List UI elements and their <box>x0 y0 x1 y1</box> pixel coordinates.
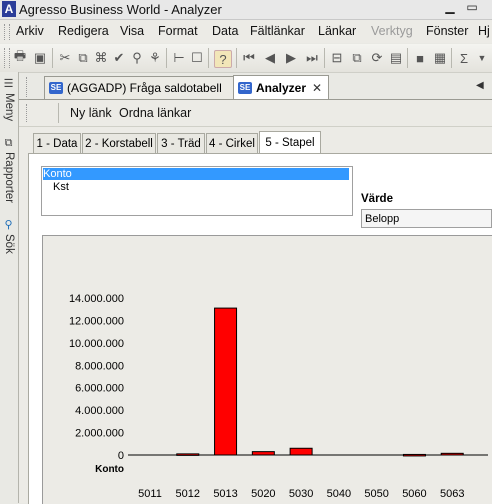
close-icon[interactable]: ✕ <box>312 81 322 95</box>
menu-data[interactable]: Data <box>212 24 238 38</box>
bar <box>440 452 464 456</box>
next-record-icon[interactable]: ▶ <box>283 50 299 66</box>
cut-icon[interactable]: ✂ <box>57 50 73 66</box>
x-tick-label: 5060 <box>402 488 426 500</box>
y-tick-label: 10.000.000 <box>69 338 124 350</box>
tab-cirkel[interactable]: 4 - Cirkel <box>206 133 258 153</box>
y-tick-label: 4.000.000 <box>75 405 124 417</box>
x-tick-label: 5030 <box>289 488 313 500</box>
x-tick-label: 5040 <box>327 488 351 500</box>
x-axis-label: Konto <box>95 464 124 475</box>
app-icon: A <box>2 1 16 17</box>
x-tick-label: 5063 <box>440 488 464 500</box>
menu-faltlankar[interactable]: Fältlänkar <box>250 24 305 38</box>
save-icon[interactable]: ▣ <box>32 50 48 66</box>
tree-icon[interactable]: ⚘ <box>147 50 163 66</box>
menu-redigera[interactable]: Redigera <box>58 24 109 38</box>
search-icon[interactable]: ⚲ <box>129 50 145 66</box>
menu-fonster[interactable]: Fönster <box>426 24 468 38</box>
refresh-icon[interactable]: ⟳ <box>369 50 385 66</box>
tab-korstabell[interactable]: 2 - Korstabell <box>82 133 156 153</box>
minimize-icon[interactable]: ▁ <box>442 0 458 14</box>
toolbar-separator <box>407 48 408 68</box>
tab-data[interactable]: 1 - Data <box>33 133 81 153</box>
toolbar-grip-icon <box>4 48 10 68</box>
tab-scroll-left-icon[interactable]: ◀ <box>476 80 484 91</box>
sum-icon[interactable]: Σ <box>456 50 472 66</box>
filter-icon[interactable]: ⊟ <box>329 50 345 66</box>
y-tick-label: 12.000.000 <box>69 315 124 327</box>
tab-grip-icon <box>26 77 29 97</box>
binoculars-icon[interactable]: ⌘ <box>93 50 109 66</box>
menu-hjalp[interactable]: Hj <box>478 24 490 38</box>
value-label: Värde <box>361 193 393 205</box>
toolbar-separator <box>208 48 209 68</box>
help-icon[interactable]: ? <box>214 50 232 68</box>
menu-format[interactable]: Format <box>158 24 198 38</box>
frame-icon[interactable]: ☐ <box>189 50 205 66</box>
linkbar-grip-icon <box>26 104 29 122</box>
se-icon: SE <box>49 82 63 94</box>
menu-lankar[interactable]: Länkar <box>318 24 356 38</box>
previous-record-icon[interactable]: ◀ <box>262 50 278 66</box>
table-icon[interactable]: ▦ <box>432 50 448 66</box>
copy-records-icon[interactable]: ⧉ <box>349 50 365 66</box>
tab-label: (AGGADP) Fråga saldotabell <box>67 81 222 95</box>
list-item[interactable]: Kst <box>53 181 69 193</box>
sidebar-item-sok[interactable]: Sök <box>1 234 17 258</box>
tab-aggadp[interactable]: SE (AGGADP) Fråga saldotabell <box>44 76 234 99</box>
y-tick-label: 8.000.000 <box>75 360 124 372</box>
list-item[interactable]: Konto <box>43 168 349 180</box>
square-icon[interactable]: ■ <box>412 50 428 66</box>
toolbar-separator <box>236 48 237 68</box>
hierarchy-icon[interactable]: ⊢ <box>171 50 187 66</box>
toolbar-separator <box>324 48 325 68</box>
check-icon[interactable]: ✔ <box>111 50 127 66</box>
first-record-icon[interactable]: ⏮ <box>241 50 257 66</box>
grid-icon[interactable]: ▤ <box>388 50 404 66</box>
toolbar-separator <box>166 48 167 68</box>
x-tick-label: 5011 <box>138 488 162 500</box>
y-tick-label: 14.000.000 <box>69 293 124 305</box>
reports-icon: ⧉ <box>4 137 13 149</box>
linkbar-separator <box>58 103 59 123</box>
x-tick-label: 5050 <box>364 488 388 500</box>
bar <box>289 447 313 456</box>
menu-list-icon: ☰ <box>3 78 14 90</box>
new-link-button[interactable]: Ny länk <box>70 106 112 120</box>
x-tick-label: 5012 <box>176 488 200 500</box>
y-tick-label: 6.000.000 <box>75 383 124 395</box>
toolbar-separator <box>52 48 53 68</box>
bar <box>214 307 238 456</box>
dropdown-arrow-icon[interactable]: ▼ <box>474 50 490 66</box>
last-record-icon[interactable]: ⏭ <box>304 50 320 66</box>
bar <box>251 451 275 456</box>
x-tick-label: 5013 <box>213 488 237 500</box>
y-tick-label: 0 <box>118 450 124 462</box>
menu-arkiv[interactable]: Arkiv <box>16 24 44 38</box>
tab-stapel[interactable]: 5 - Stapel <box>259 131 321 154</box>
se-icon: SE <box>238 81 252 94</box>
value-select[interactable]: Belopp <box>361 209 492 228</box>
copy-icon[interactable]: ⧉ <box>75 50 91 66</box>
tab-analyzer[interactable]: SE Analyzer ✕ <box>233 75 329 99</box>
menu-grip-icon <box>4 24 10 40</box>
sidebar-item-rapporter[interactable]: Rapporter <box>1 152 17 210</box>
menu-verktyg: Verktyg <box>371 24 413 38</box>
bar-chart: 14.000.000 12.000.000 10.000.000 8.000.000 6… <box>69 293 488 500</box>
x-tick-label: 5020 <box>251 488 275 500</box>
bar <box>176 453 200 456</box>
sidebar-item-meny[interactable]: Meny <box>1 93 17 125</box>
search-icon: ⚲ <box>4 219 13 231</box>
window-title: Agresso Business World - Analyzer <box>19 2 222 17</box>
maximize-icon[interactable]: ▭ <box>464 0 480 14</box>
print-icon[interactable]: 🖶 <box>12 48 28 66</box>
tab-trad[interactable]: 3 - Träd <box>157 133 205 153</box>
order-links-button[interactable]: Ordna länkar <box>119 106 191 120</box>
toolbar-separator <box>451 48 452 68</box>
y-tick-label: 2.000.000 <box>75 428 124 440</box>
menu-visa[interactable]: Visa <box>120 24 144 38</box>
bar <box>402 453 426 457</box>
tab-label: Analyzer <box>256 80 307 95</box>
